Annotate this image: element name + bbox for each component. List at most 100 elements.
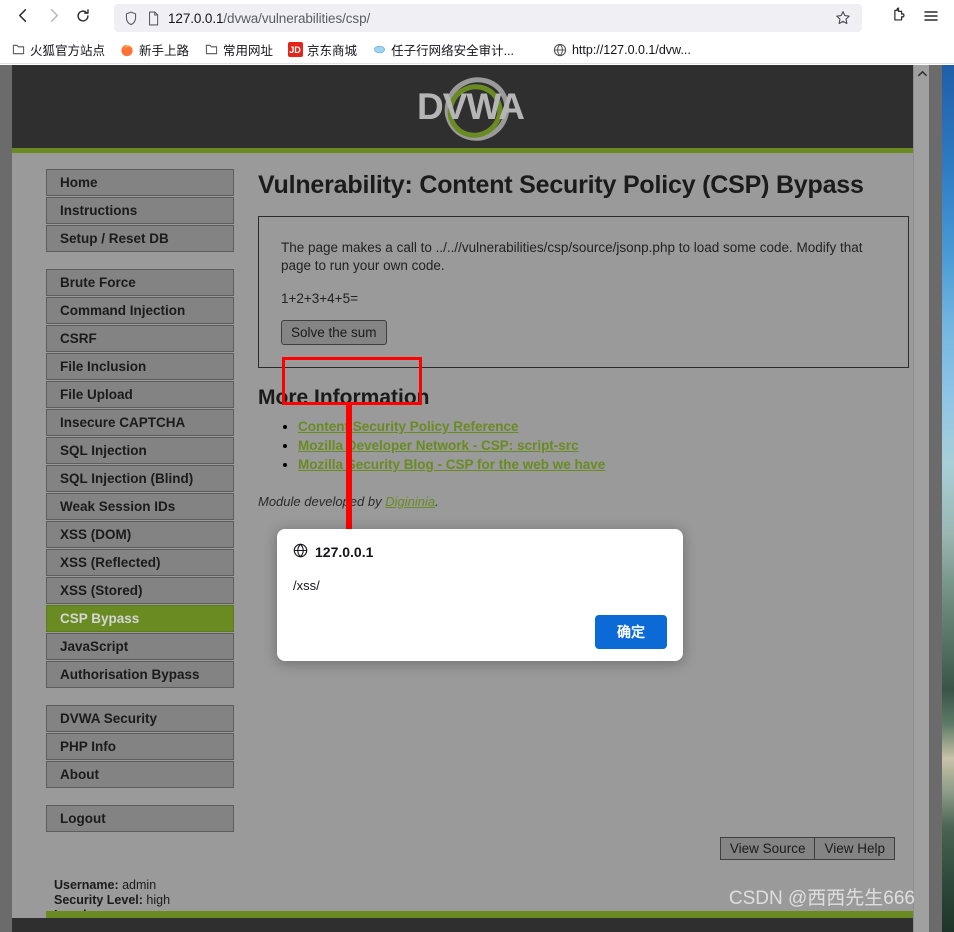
link-digininja[interactable]: Digininia — [385, 494, 435, 509]
address-bar[interactable]: 127.0.0.1/dvwa/vulnerabilities/csp/ — [114, 4, 862, 32]
sidebar-item-home[interactable]: Home — [46, 169, 234, 196]
sidebar-item-insecure-captcha[interactable]: Insecure CAPTCHA — [46, 409, 234, 436]
status-security-level-value: high — [146, 893, 171, 907]
sidebar-item-logout[interactable]: Logout — [46, 805, 234, 832]
bookmark-label: 任子行网络安全审计... — [391, 44, 514, 58]
url-text[interactable]: 127.0.0.1/dvwa/vulnerabilities/csp/ — [164, 11, 830, 26]
status-security-level-key: Security Level: — [54, 893, 143, 907]
dvwa-logo: DVWA — [413, 76, 528, 141]
nav-group-vulnerabilities: Brute Force Command Injection CSRF File … — [46, 269, 234, 688]
url-path: /dvwa/vulnerabilities/csp/ — [223, 10, 371, 26]
dialog-message: /xss/ — [293, 578, 320, 593]
bookmark-label: 京东商城 — [307, 44, 358, 58]
module-credit-suffix: . — [435, 494, 439, 509]
sidebar-item-file-inclusion[interactable]: File Inclusion — [46, 353, 234, 380]
dialog-footer: 确定 — [293, 615, 667, 649]
globe-small-icon — [371, 42, 387, 58]
sidebar-item-xss-reflected[interactable]: XSS (Reflected) — [46, 549, 234, 576]
bookmark-label: 常用网址 — [223, 44, 274, 58]
page-title: Vulnerability: Content Security Policy (… — [258, 171, 864, 199]
bookmark-item[interactable]: 新手上路 — [113, 38, 195, 61]
bookmark-item[interactable]: 常用网址 — [197, 38, 279, 61]
module-credit-prefix: Module developed by — [258, 494, 386, 509]
browser-toolbar: 127.0.0.1/dvwa/vulnerabilities/csp/ — [0, 0, 954, 36]
view-buttons: View Source View Help — [719, 837, 895, 860]
url-host: 127.0.0.1 — [168, 10, 224, 26]
bookmark-item[interactable]: JD 京东商城 — [281, 38, 363, 61]
sidebar-item-sql-injection-blind[interactable]: SQL Injection (Blind) — [46, 465, 234, 492]
link-mdn-csp-script-src[interactable]: Mozilla Developer Network - CSP: script-… — [298, 438, 579, 453]
watermark: CSDN @西西先生666 — [728, 888, 915, 909]
reload-button[interactable] — [68, 4, 98, 32]
sidebar-item-javascript[interactable]: JavaScript — [46, 633, 234, 660]
bookmark-item[interactable]: 火狐官方站点 — [4, 38, 111, 61]
globe-icon — [552, 42, 568, 58]
firefox-icon — [119, 42, 135, 58]
list-item: Mozilla Developer Network - CSP: script-… — [298, 437, 909, 455]
bookmark-item[interactable]: 任子行网络安全审计... — [365, 38, 520, 61]
sidebar-item-brute-force[interactable]: Brute Force — [46, 269, 234, 296]
forward-button[interactable] — [38, 4, 68, 32]
app-menu-button[interactable] — [916, 4, 946, 32]
bookmark-item[interactable]: http://127.0.0.1/dvw... — [546, 40, 697, 60]
forward-arrow-icon — [45, 7, 62, 29]
back-button[interactable] — [8, 4, 38, 32]
sidebar-item-instructions[interactable]: Instructions — [46, 197, 234, 224]
sidebar-item-php-info[interactable]: PHP Info — [46, 733, 234, 760]
nav-group-settings: DVWA Security PHP Info About — [46, 705, 234, 788]
chevron-up-icon[interactable] — [914, 65, 929, 81]
page-icon[interactable] — [142, 11, 164, 26]
solve-the-sum-button[interactable]: Solve the sum — [281, 320, 387, 345]
status-username-value: admin — [122, 878, 157, 892]
sidebar-item-command-injection[interactable]: Command Injection — [46, 297, 234, 324]
status-username: Username: admin — [54, 878, 234, 893]
sidebar-item-setup-reset-db[interactable]: Setup / Reset DB — [46, 225, 234, 252]
hamburger-menu-icon — [922, 7, 940, 30]
nav-group-main: Home Instructions Setup / Reset DB — [46, 169, 234, 252]
dialog-origin: 127.0.0.1 — [315, 544, 374, 560]
folder-icon — [203, 42, 219, 58]
view-source-button[interactable]: View Source — [719, 837, 816, 860]
page-viewport: DVWA Home Instructions Setup / Reset DB … — [0, 65, 954, 932]
site-header: DVWA — [12, 65, 929, 153]
sidebar-item-file-upload[interactable]: File Upload — [46, 381, 234, 408]
reload-icon — [75, 8, 91, 29]
list-item: Content Security Policy Reference — [298, 418, 909, 436]
sidebar-item-dvwa-security[interactable]: DVWA Security — [46, 705, 234, 732]
module-credit: Module developed by Digininia. — [258, 494, 909, 509]
more-information-heading: More Information — [258, 386, 430, 409]
sidebar-item-weak-session-ids[interactable]: Weak Session IDs — [46, 493, 234, 520]
shield-icon[interactable] — [120, 11, 142, 26]
sidebar-item-xss-stored[interactable]: XSS (Stored) — [46, 577, 234, 604]
link-mozilla-security-blog[interactable]: Mozilla Security Blog - CSP for the web … — [298, 457, 605, 472]
back-arrow-icon — [15, 7, 32, 29]
vulnerability-panel: The page makes a call to ../..//vulnerab… — [258, 216, 909, 368]
jd-icon: JD — [287, 42, 303, 58]
folder-icon — [10, 42, 26, 58]
star-icon[interactable] — [830, 5, 856, 31]
list-item: Mozilla Security Blog - CSP for the web … — [298, 456, 909, 474]
link-csp-reference[interactable]: Content Security Policy Reference — [298, 419, 519, 434]
sidebar: Home Instructions Setup / Reset DB Brute… — [46, 167, 234, 932]
sidebar-item-authorisation-bypass[interactable]: Authorisation Bypass — [46, 661, 234, 688]
status-security-level: Security Level: high — [54, 893, 234, 908]
desktop-wallpaper-strip — [942, 65, 954, 932]
sidebar-item-about[interactable]: About — [46, 761, 234, 788]
dvwa-page: DVWA Home Instructions Setup / Reset DB … — [12, 65, 929, 932]
view-help-button[interactable]: View Help — [815, 837, 895, 860]
bookmark-label: 新手上路 — [139, 44, 190, 58]
sidebar-item-xss-dom[interactable]: XSS (DOM) — [46, 521, 234, 548]
puzzle-piece-icon — [891, 7, 908, 29]
nav-group-logout: Logout — [46, 805, 234, 832]
main-content: Vulnerability: Content Security Policy (… — [234, 167, 929, 509]
extensions-button[interactable] — [884, 4, 914, 32]
page-vertical-scrollbar[interactable] — [913, 65, 929, 932]
dialog-ok-button[interactable]: 确定 — [595, 615, 667, 649]
more-information-links: Content Security Policy Reference Mozill… — [258, 418, 909, 474]
sidebar-item-csp-bypass[interactable]: CSP Bypass — [46, 605, 234, 632]
bookmark-label: 火狐官方站点 — [30, 44, 106, 58]
sidebar-item-csrf[interactable]: CSRF — [46, 325, 234, 352]
sidebar-item-sql-injection[interactable]: SQL Injection — [46, 437, 234, 464]
bookmark-label: http://127.0.0.1/dvw... — [571, 42, 691, 57]
status-username-key: Username: — [54, 878, 119, 892]
